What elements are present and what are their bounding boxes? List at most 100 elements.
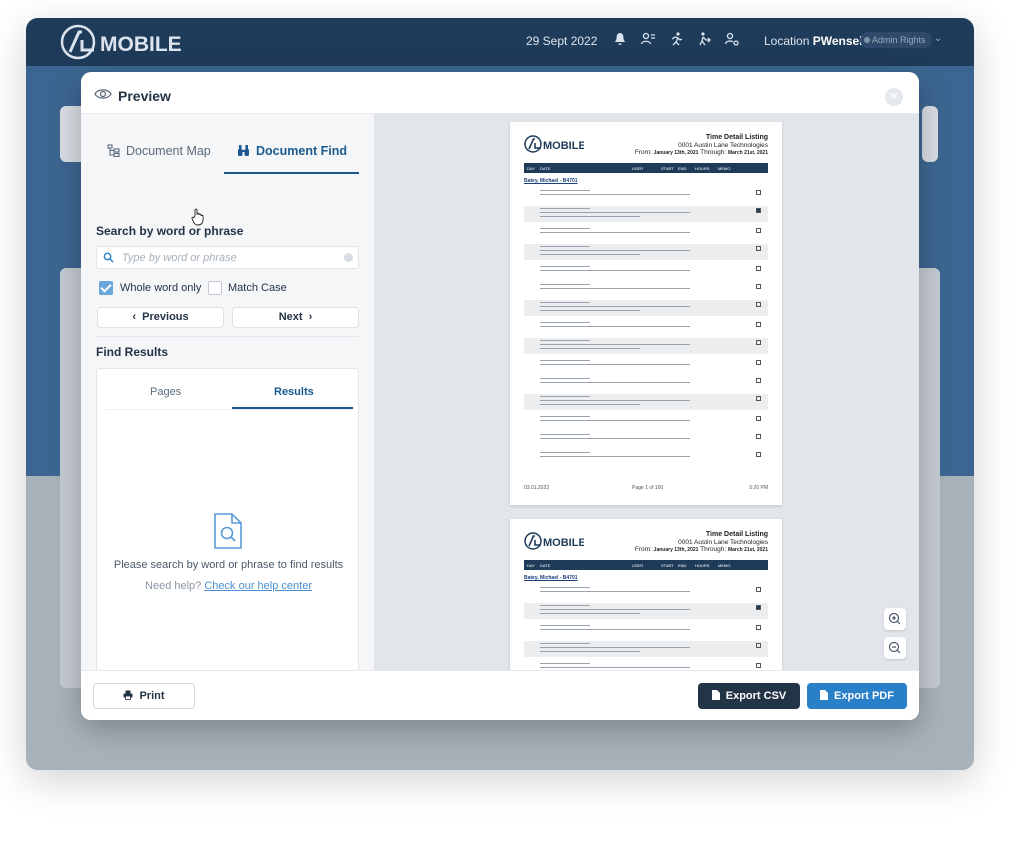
user-settings-icon[interactable] [724,31,740,47]
match-case-checkbox[interactable] [208,281,222,295]
row-text-line [540,228,590,230]
row-checkbox [756,208,761,213]
row-text-line [540,194,690,196]
location-user[interactable]: PWensel [813,34,863,48]
active-tab-indicator [224,172,359,174]
row-text-line [540,310,640,312]
document-title-block: Time Detail Listing 0001 Austin Lane Tec… [635,531,768,555]
row-text-line [540,216,640,218]
walk-in-icon[interactable] [696,31,712,47]
clear-search-icon[interactable] [344,253,353,262]
chevron-down-icon[interactable]: ⌄ [934,33,942,44]
help-prefix: Need help? [145,580,202,592]
footer-time: 5:20 PM [749,485,768,491]
row-text-line [540,587,590,589]
row-checkbox [756,452,761,457]
zoom-out-button[interactable] [884,637,906,659]
from-date: January 13th, 2021 [653,547,699,553]
row-text-line [540,254,640,256]
help-center-link[interactable]: Check our help center [204,580,312,592]
document-company: 0001 Austin Lane Technologies [678,538,768,546]
row-text-line [540,404,640,406]
row-text-line [540,456,690,458]
document-row [524,320,768,334]
row-checkbox [756,605,761,610]
row-text-line [540,306,690,308]
footer-page: Page 1 of 100 [632,485,664,491]
row-text-line [540,643,590,645]
zoom-in-button[interactable] [884,608,906,630]
row-checkbox [756,396,761,401]
row-text-line [540,378,590,380]
match-case-label: Match Case [228,282,287,294]
document-row [524,623,768,637]
from-label: From: [634,546,652,553]
col-day: DAY [527,563,535,568]
row-checkbox [756,416,761,421]
document-table-header: DAY DATE USER START END HOURS MEMO [524,163,768,173]
row-text-line [540,208,590,210]
document-row [524,188,768,202]
row-text-line [540,667,690,669]
tab-document-find[interactable]: Document Find [237,144,347,158]
col-memo: MEMO [718,166,731,171]
col-date: DATE [540,166,551,171]
through-label: Through: [700,149,727,156]
printer-icon [123,690,133,700]
from-date: January 13th, 2021 [653,150,699,156]
close-button[interactable]: ✕ [885,88,903,106]
row-text-line [540,340,590,342]
close-icon: ✕ [889,91,899,103]
row-checkbox [756,284,761,289]
document-search-icon [214,513,242,549]
team-icon[interactable] [640,31,656,47]
document-row [524,206,768,222]
document-preview-area[interactable]: MOBILE Time Detail Listing 0001 Austin L… [374,114,919,670]
row-text-line [540,250,690,252]
employee-name: Batey, Michael - B4701 [524,178,578,184]
through-date: March 21st, 2021 [727,547,768,553]
search-input[interactable] [122,249,340,266]
col-user: USER [632,166,644,171]
row-text-line [540,609,690,611]
document-row [524,300,768,316]
results-tab-separator [105,409,352,410]
background-card [922,106,938,162]
row-checkbox [756,228,761,233]
tab-document-map[interactable]: Document Map [107,144,211,158]
from-label: From: [634,149,652,156]
document-row [524,244,768,260]
tab-results[interactable]: Results [274,386,314,398]
row-text-line [540,629,690,631]
print-label: Print [139,690,165,702]
bell-icon[interactable] [612,31,628,47]
document-row [524,414,768,428]
role-badge: Admin Rights [860,32,932,48]
row-text-line [540,344,690,346]
running-icon[interactable] [668,31,684,47]
col-user: USER [632,563,644,568]
export-pdf-button[interactable]: Export PDF [807,683,907,709]
row-checkbox [756,302,761,307]
document-row [524,641,768,657]
print-button[interactable]: Print [93,683,195,709]
tab-pages[interactable]: Pages [150,386,181,398]
document-footer: 03.01.2023 Page 1 of 100 5:20 PM [524,485,768,491]
previous-button[interactable]: ‹ Previous [97,307,224,328]
document-row [524,226,768,240]
next-button[interactable]: Next › [232,307,359,328]
eye-icon [94,89,112,99]
document-page: MOBILE Time Detail Listing 0001 Austin L… [510,122,782,505]
location-label: Location [764,34,810,48]
whole-word-checkbox[interactable] [99,281,113,295]
export-csv-button[interactable]: Export CSV [698,683,800,709]
row-text-line [540,348,640,350]
document-row [524,394,768,410]
document-row [524,450,768,464]
row-checkbox [756,266,761,271]
through-date: March 21st, 2021 [727,150,768,156]
search-box [96,246,359,269]
row-text-line [540,591,690,593]
document-company: 0001 Austin Lane Technologies [678,141,768,149]
tab-document-find-label: Document Find [256,144,347,158]
